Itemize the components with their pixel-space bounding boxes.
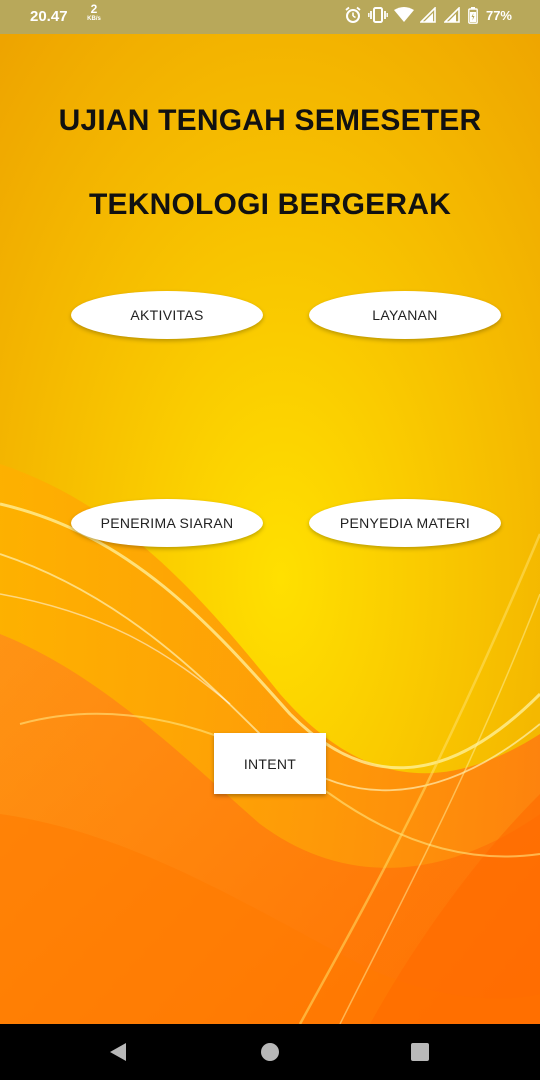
signal-icon	[443, 7, 462, 23]
penyedia-materi-button[interactable]: PENYEDIA MATERI	[309, 499, 501, 547]
status-bar: 20.47 2 KB/s 77%	[0, 0, 540, 34]
page-subtitle: TEKNOLOGI BERGERAK	[89, 188, 451, 221]
network-speed-unit: KB/s	[87, 16, 101, 22]
battery-icon	[468, 6, 478, 24]
recents-icon[interactable]	[410, 1042, 430, 1062]
home-icon[interactable]	[260, 1042, 280, 1062]
layanan-button[interactable]: LAYANAN	[309, 291, 501, 339]
aktivitas-button[interactable]: AKTIVITAS	[71, 291, 263, 339]
wifi-icon	[393, 7, 414, 23]
navigation-bar	[0, 1024, 540, 1080]
network-speed: 2 KB/s	[84, 2, 104, 24]
battery-percentage: 77%	[485, 7, 512, 23]
back-icon[interactable]	[108, 1042, 128, 1062]
network-speed-value: 2	[90, 2, 98, 16]
page-title: UJIAN TENGAH SEMESETER	[58, 104, 482, 137]
vibrate-icon	[368, 6, 388, 24]
status-time: 20.47	[30, 8, 68, 25]
screen: 20.47 2 KB/s 77% UJIAN TENGAH SEMESETER …	[0, 0, 540, 1080]
intent-button[interactable]: INTENT	[214, 733, 326, 794]
penerima-siaran-button[interactable]: PENERIMA SIARAN	[71, 499, 263, 547]
alarm-icon	[344, 6, 362, 24]
signal-icon	[419, 7, 438, 23]
status-icons: 77%	[344, 6, 512, 24]
